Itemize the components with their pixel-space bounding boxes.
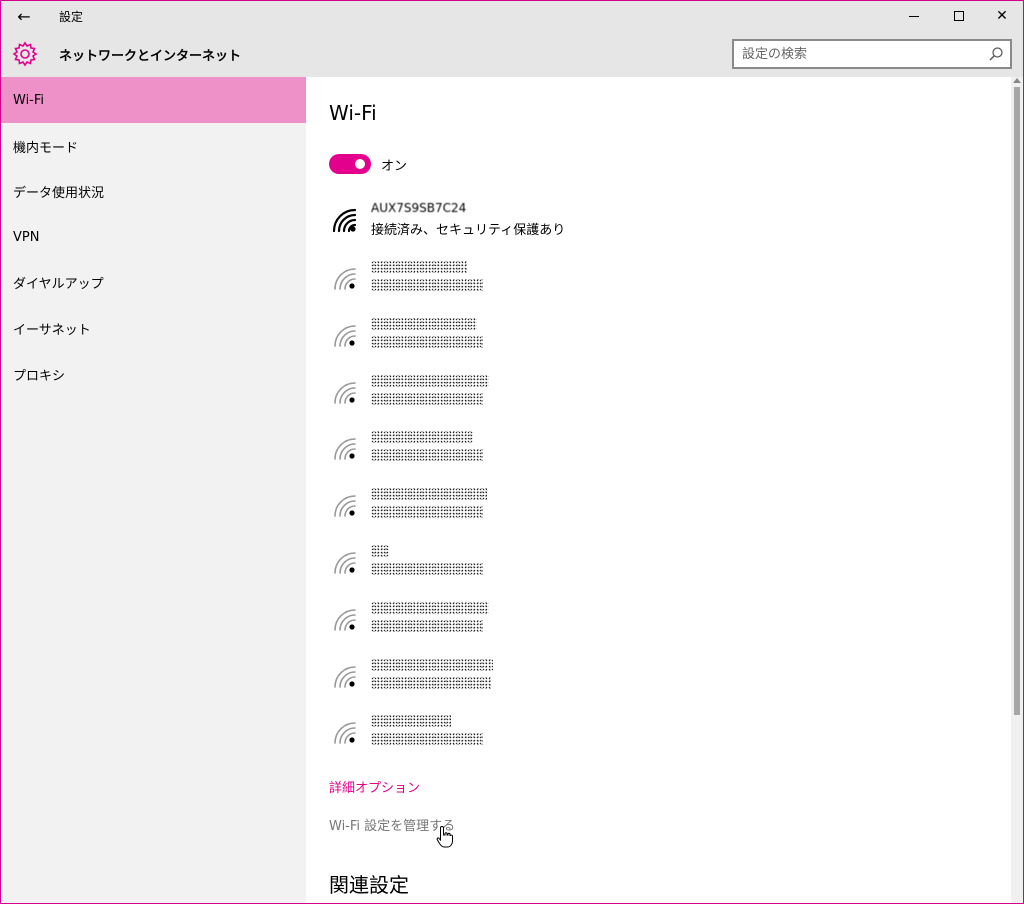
section-title: ネットワークとインターネット xyxy=(59,49,242,64)
network-item[interactable] xyxy=(329,600,629,650)
maximize-button[interactable] xyxy=(936,1,982,31)
obscured-status xyxy=(371,563,483,575)
wifi-weak-icon xyxy=(334,325,356,347)
sidebar: Wi-Fi 機内モード データ使用状況 VPN ダイヤルアップ イーサネット プ… xyxy=(1,77,306,903)
network-item[interactable] xyxy=(329,316,629,366)
sidebar-item-proxy[interactable]: プロキシ xyxy=(1,351,306,397)
page-header: ネットワークとインターネット xyxy=(1,31,1023,77)
network-ssid: AUX7S9SB7C24 xyxy=(371,201,467,215)
obscured-status xyxy=(371,506,483,518)
gear-icon xyxy=(12,41,38,67)
obscured-ssid xyxy=(371,715,451,727)
obscured-ssid xyxy=(371,545,389,557)
obscured-ssid xyxy=(371,375,489,387)
obscured-ssid xyxy=(371,488,487,500)
sidebar-item-label: プロキシ xyxy=(13,368,66,384)
network-item[interactable] xyxy=(329,486,629,536)
sidebar-item-ethernet[interactable]: イーサネット xyxy=(1,305,306,351)
network-status: 接続済み、セキュリティ保護あり xyxy=(371,223,566,238)
network-item[interactable] xyxy=(329,429,629,479)
scroll-thumb[interactable] xyxy=(1014,87,1020,715)
obscured-status xyxy=(371,336,483,348)
obscured-ssid xyxy=(371,261,467,273)
sidebar-item-wifi[interactable]: Wi-Fi xyxy=(1,77,306,123)
vertical-scrollbar[interactable] xyxy=(1011,77,1023,903)
obscured-status xyxy=(371,449,483,461)
minimize-icon xyxy=(909,15,919,17)
network-item[interactable] xyxy=(329,259,629,309)
wifi-weak-icon xyxy=(334,268,356,290)
obscured-ssid xyxy=(371,318,477,330)
wifi-weak-icon xyxy=(334,438,356,460)
wifi-weak-icon xyxy=(334,495,356,517)
toggle-knob xyxy=(355,159,365,169)
sidebar-item-dialup[interactable]: ダイヤルアップ xyxy=(1,259,306,305)
wifi-weak-icon xyxy=(334,552,356,574)
main-content: Wi-Fi オン AUX7S9SB7C24 接続済み、セキュリティ保護あり 詳細… xyxy=(306,77,1011,903)
wifi-toggle[interactable] xyxy=(329,154,371,174)
network-item[interactable] xyxy=(329,713,629,763)
obscured-status xyxy=(371,677,491,689)
wifi-full-icon xyxy=(332,208,357,233)
maximize-icon xyxy=(954,11,964,21)
network-item[interactable] xyxy=(329,657,629,707)
sidebar-item-label: イーサネット xyxy=(13,322,91,338)
back-arrow-icon: ← xyxy=(17,6,31,26)
sidebar-item-data-usage[interactable]: データ使用状況 xyxy=(1,168,306,214)
close-icon: ✕ xyxy=(996,8,1008,24)
sidebar-item-airplane-mode[interactable]: 機内モード xyxy=(1,123,306,169)
wifi-weak-icon xyxy=(334,609,356,631)
obscured-ssid xyxy=(371,602,489,614)
sidebar-item-label: VPN xyxy=(13,229,40,245)
obscured-status xyxy=(371,279,483,291)
wifi-weak-icon xyxy=(334,722,356,744)
scroll-up-arrow-icon[interactable] xyxy=(1013,78,1021,83)
wifi-weak-icon xyxy=(334,382,356,404)
obscured-status xyxy=(371,393,483,405)
minimize-button[interactable] xyxy=(891,1,937,31)
sidebar-item-label: ダイヤルアップ xyxy=(13,276,104,292)
hand-pointer-icon xyxy=(436,825,453,848)
app-title: 設定 xyxy=(59,10,84,24)
back-button[interactable]: ← xyxy=(1,1,47,31)
settings-window: ← 設定 ✕ ネットワークとインターネット 設定の検索 Wi-Fi 機内モード … xyxy=(0,0,1024,904)
title-bar: ← 設定 ✕ xyxy=(1,1,1023,31)
search-box[interactable] xyxy=(732,39,1012,69)
wifi-weak-icon xyxy=(334,666,356,688)
search-input[interactable] xyxy=(742,44,982,64)
network-item-connected[interactable]: AUX7S9SB7C24 接続済み、セキュリティ保護あり xyxy=(329,201,629,251)
close-button[interactable]: ✕ xyxy=(979,1,1023,31)
advanced-options-link[interactable]: 詳細オプション xyxy=(329,777,420,796)
obscured-ssid xyxy=(371,659,493,671)
sidebar-item-label: Wi-Fi xyxy=(13,92,45,108)
page-title: Wi-Fi xyxy=(329,101,377,125)
related-settings-heading: 関連設定 xyxy=(329,873,409,897)
sidebar-item-label: データ使用状況 xyxy=(13,185,105,201)
sidebar-item-vpn[interactable]: VPN xyxy=(1,214,306,260)
obscured-status xyxy=(371,620,483,632)
obscured-ssid xyxy=(371,431,473,443)
wifi-toggle-label: オン xyxy=(381,159,408,174)
search-icon[interactable] xyxy=(988,46,1004,62)
sidebar-item-label: 機内モード xyxy=(13,140,79,156)
network-item[interactable] xyxy=(329,373,629,423)
obscured-status xyxy=(371,733,483,745)
network-item[interactable] xyxy=(329,543,629,593)
